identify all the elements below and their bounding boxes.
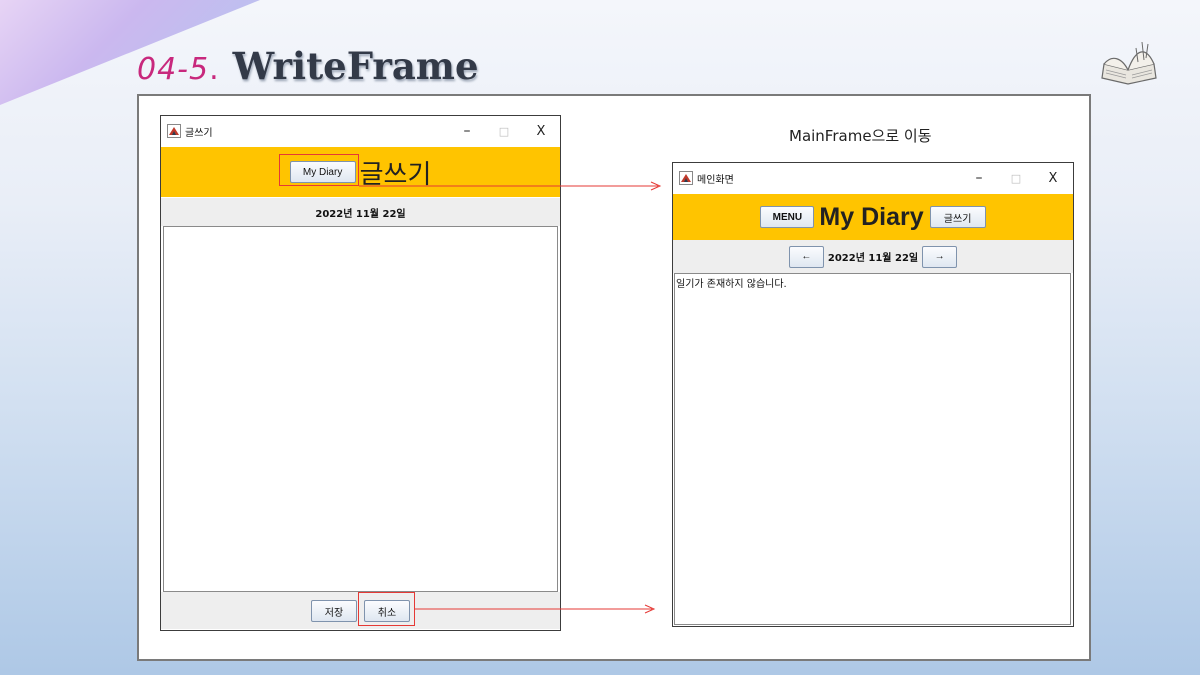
navigation-caption: MainFrame으로 이동 xyxy=(789,127,932,145)
arrow-icon xyxy=(359,181,662,191)
arrows-overlay xyxy=(359,181,662,614)
arrow-icon xyxy=(415,604,656,614)
